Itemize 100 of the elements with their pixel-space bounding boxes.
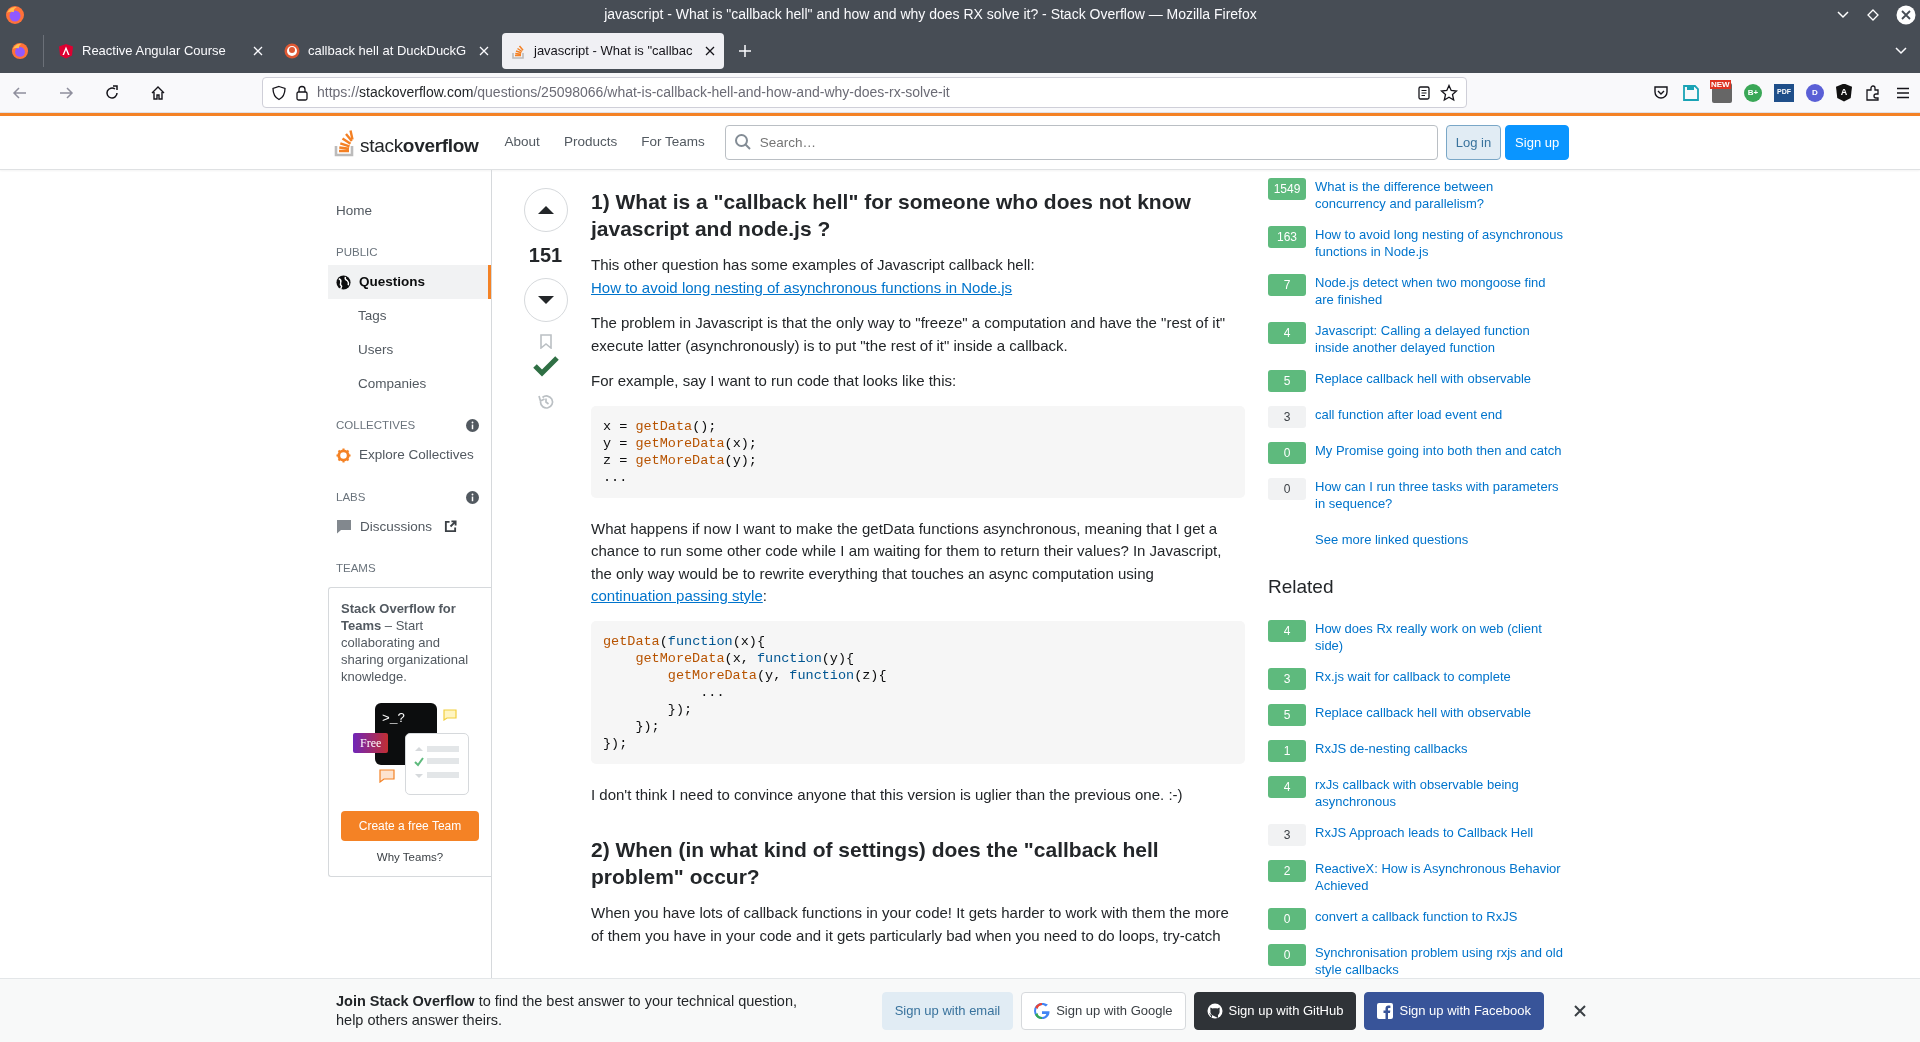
signup-button[interactable]: Sign up with Google bbox=[1021, 991, 1186, 1030]
extension-badge[interactable]: B+ bbox=[1744, 83, 1762, 102]
question-link[interactable]: My Promise going into both then and catch bbox=[1315, 442, 1565, 464]
facebook-logo-icon bbox=[1377, 1002, 1394, 1019]
section-heading: Related bbox=[1268, 575, 1335, 599]
question-link[interactable]: How to avoid long nesting of asynchronous functions in Node.js bbox=[1315, 226, 1565, 260]
down-arrow-icon bbox=[536, 295, 555, 305]
score-badge: 5 bbox=[1268, 370, 1306, 392]
login-button[interactable]: Log in bbox=[1445, 124, 1502, 161]
signup-button[interactable]: Sign up with Facebook bbox=[1364, 991, 1544, 1030]
external-link-icon[interactable] bbox=[444, 520, 458, 534]
site-logo[interactable]: stackoverflow bbox=[334, 128, 479, 157]
sidebar-item[interactable]: Users bbox=[328, 333, 491, 368]
banner-text: Join Stack Overflow to find the best answer to your technical question, help others answer theirs. bbox=[336, 991, 799, 1030]
score-badge: 2 bbox=[1268, 860, 1306, 883]
question-link[interactable]: Replace callback hell with observable bbox=[1315, 704, 1565, 727]
paragraph: I don't think I need to convince anyone that this version is uglier than the previous one. :-) bbox=[591, 784, 1184, 805]
search-field[interactable]: Search… bbox=[724, 125, 1438, 160]
paragraph: What happens if now I want to make the getData functions asynchronous, meaning that I get a chance to run some other code while I am waiting for them to return their values? In Javascript, the only way would be to rewrite everything that touches an async computation using continuation passing style: bbox=[591, 518, 1223, 606]
section-heading: PUBLIC bbox=[336, 245, 378, 260]
score-badge: 0 bbox=[1268, 442, 1306, 464]
see-more-link[interactable]: See more linked questions bbox=[1315, 530, 1469, 550]
nav-link[interactable]: Products bbox=[551, 126, 630, 159]
code-block: getData(function(x){ getMoreData(x, function(y){ getMoreData(y, function(z){ ... }); }); }); bbox=[591, 620, 1245, 764]
maximize-icon[interactable] bbox=[1866, 7, 1880, 22]
question-link[interactable]: call function after load event end bbox=[1315, 406, 1565, 428]
reader-view-icon[interactable] bbox=[1416, 84, 1432, 101]
reload-icon[interactable] bbox=[103, 83, 121, 102]
browser-tab[interactable]: callback hell at DuckDuckG bbox=[276, 33, 498, 69]
close-icon[interactable] bbox=[704, 45, 716, 57]
question-link[interactable]: How can I run three tasks with parameters in sequence? bbox=[1315, 478, 1565, 512]
globe-icon bbox=[336, 274, 351, 290]
section-heading: TEAMS bbox=[336, 560, 376, 576]
firefox-logo-icon[interactable] bbox=[11, 42, 29, 60]
speech-bubble-icon bbox=[379, 769, 395, 783]
firefox-logo-icon bbox=[5, 4, 25, 25]
paragraph: When you have lots of callback functions in your code! It gets harder to work with them the more of them you have in your code and it gets particularly bad when you need to do loops, try-catch bbox=[591, 903, 1230, 946]
extension-badge[interactable]: A bbox=[1836, 83, 1852, 102]
close-icon bbox=[1573, 1003, 1587, 1018]
score-badge: 0 bbox=[1268, 944, 1306, 967]
score-badge: 1549 bbox=[1268, 178, 1306, 200]
question-link[interactable]: Synchronisation problem using rxjs and old style callbacks bbox=[1315, 944, 1565, 978]
question-link[interactable]: RxJS Approach leads to Callback Hell bbox=[1315, 824, 1565, 847]
question-link[interactable]: Replace callback hell with observable bbox=[1315, 370, 1565, 392]
paragraph: For example, say I want to run code that looks like this: bbox=[591, 371, 958, 391]
window-title: javascript - What is "callback hell" and how and why does RX solve it? - Stack Overflow — Mozilla Firefox bbox=[603, 5, 1258, 24]
section-heading: 2) When (in what kind of settings) does the "callback hell problem" occur? bbox=[591, 837, 1160, 890]
downvote-button[interactable] bbox=[523, 278, 568, 322]
section-heading: 1) What is a "callback hell" for someone who does not know javascript and node.js ? bbox=[591, 189, 1192, 242]
sidebar-item[interactable]: Questions bbox=[328, 265, 491, 300]
score-badge: 4 bbox=[1268, 322, 1306, 344]
up-arrow-icon bbox=[536, 205, 555, 215]
sidebar-item[interactable]: Home bbox=[328, 194, 491, 228]
nav-link[interactable]: For Teams bbox=[629, 126, 717, 159]
browser-tab[interactable]: Reactive Angular Course bbox=[50, 33, 272, 69]
browser-tab[interactable]: javascript - What is "callbac bbox=[502, 33, 724, 69]
sidebar-item[interactable]: Companies bbox=[328, 367, 491, 402]
url-text: https://stackoverflow.com/questions/25098066/what-is-callback-hell-and-how-and-why-does-rx-solve-it bbox=[317, 83, 951, 102]
free-badge: Free bbox=[353, 733, 389, 753]
sidebar-item[interactable]: Discussions bbox=[328, 509, 491, 544]
create-team-button[interactable]: Create a free Team bbox=[341, 811, 479, 841]
question-link[interactable]: RxJS de-nesting callbacks bbox=[1315, 740, 1565, 763]
close-icon[interactable] bbox=[1896, 4, 1916, 25]
lock-icon bbox=[295, 84, 309, 101]
question-link[interactable]: ReactiveX: How is Asynchronous Behavior Achieved bbox=[1315, 860, 1565, 895]
signup-button[interactable]: Sign up with GitHub bbox=[1193, 991, 1357, 1030]
signup-button[interactable]: Sign up with email bbox=[881, 991, 1014, 1030]
info-icon[interactable] bbox=[466, 419, 479, 433]
question-link[interactable]: convert a callback function to RxJS bbox=[1315, 908, 1565, 931]
question-link[interactable]: Javascript: Calling a delayed function inside another delayed function bbox=[1315, 322, 1565, 356]
speech-bubble-icon bbox=[336, 519, 352, 535]
address-bar[interactable]: https://stackoverflow.com/questions/25098066/what-is-callback-hell-and-how-and-why-does-rx-solve-it bbox=[262, 77, 1467, 108]
plus-icon[interactable] bbox=[738, 44, 752, 58]
shield-icon bbox=[271, 84, 287, 101]
paragraph: The problem in Javascript is that the only way to "freeze" a computation and have the "rest of it" execute latter (asynchronously) is to put "the rest of it" inside a callback. bbox=[591, 313, 1227, 356]
star-icon[interactable] bbox=[1440, 83, 1458, 102]
question-link[interactable]: What is the difference between concurrency and parallelism? bbox=[1315, 178, 1565, 212]
question-link[interactable]: How does Rx really work on web (client side) bbox=[1315, 620, 1565, 655]
pocket-icon[interactable] bbox=[1652, 83, 1670, 102]
signup-button[interactable]: Sign up bbox=[1505, 124, 1570, 161]
news-extension[interactable]: NEW bbox=[1712, 82, 1732, 103]
sidebar-item[interactable]: Tags bbox=[328, 299, 491, 334]
teams-description: Stack Overflow for Teams – Start collaborating and sharing organizational knowledge. bbox=[341, 600, 470, 685]
score-badge: 3 bbox=[1268, 406, 1306, 428]
score-badge: 3 bbox=[1268, 668, 1306, 691]
question-link[interactable]: continuation passing style bbox=[591, 587, 763, 604]
question-link[interactable]: How to avoid long nesting of asynchronous functions in Node.js bbox=[591, 278, 1013, 296]
question-link[interactable]: Node.js detect when two mongoose find are finished bbox=[1315, 274, 1565, 308]
why-teams-link[interactable]: Why Teams? bbox=[341, 849, 479, 867]
gear-icon bbox=[336, 448, 351, 463]
upvote-button[interactable] bbox=[523, 188, 568, 232]
puzzle-icon[interactable] bbox=[1864, 83, 1882, 102]
extension-badge[interactable]: D bbox=[1806, 83, 1824, 102]
score-badge: 4 bbox=[1268, 776, 1306, 799]
score-badge: 163 bbox=[1268, 226, 1306, 248]
sidebar-item[interactable]: Explore Collectives bbox=[328, 438, 491, 473]
question-link[interactable]: rxJs callback with observable being asynchronous bbox=[1315, 776, 1565, 811]
question-link[interactable]: Rx.js wait for callback to complete bbox=[1315, 668, 1565, 691]
info-icon[interactable] bbox=[466, 490, 479, 504]
nav-link[interactable]: About bbox=[492, 126, 552, 159]
